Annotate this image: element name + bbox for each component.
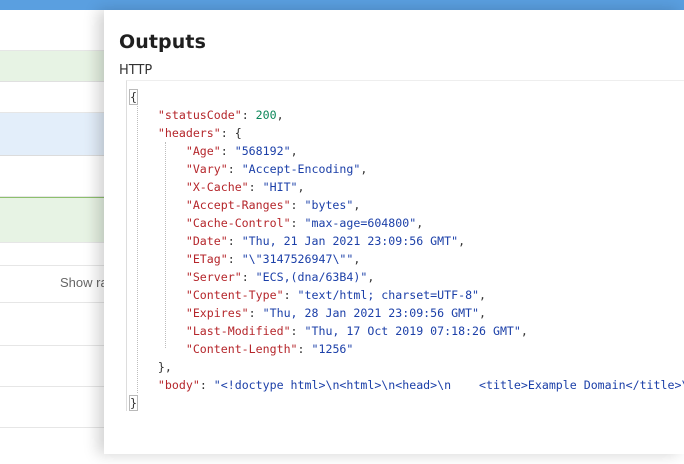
json-string: "<!doctype html>\n<html>\n<head>\n <titl…	[213, 378, 684, 392]
list-item[interactable]	[0, 428, 104, 464]
json-brace: },	[157, 360, 172, 374]
json-open-brace: {	[129, 89, 138, 105]
json-line: "body": "<!doctype html>\n<html>\n<head>…	[130, 376, 684, 394]
json-key: "X-Cache"	[185, 180, 249, 194]
outputs-panel: Outputs HTTP { "statusCode": 200, "heade…	[104, 10, 684, 454]
background-list-pane: Show raw inputs	[0, 10, 104, 464]
json-output[interactable]: { "statusCode": 200, "headers": { "Age":…	[129, 88, 684, 412]
json-line: "Expires": "Thu, 28 Jan 2021 23:09:56 GM…	[185, 306, 487, 320]
json-key: "Accept-Ranges"	[185, 198, 291, 212]
http-section-label: HTTP	[119, 63, 153, 78]
json-key: "Vary"	[185, 162, 228, 176]
json-key: "headers"	[157, 126, 221, 140]
json-line: "ETag": "\"3147526947\"",	[185, 252, 361, 266]
json-string: "Thu, 28 Jan 2021 23:09:56 GMT"	[262, 306, 480, 320]
json-string: "text/html; charset=UTF-8"	[297, 288, 480, 302]
json-string: "Accept-Encoding"	[241, 162, 361, 176]
json-key: "Expires"	[185, 306, 249, 320]
panel-title: Outputs	[119, 31, 206, 53]
json-string: "ECS,(dna/63B4)"	[255, 270, 368, 284]
top-accent-bar	[0, 0, 684, 10]
json-line: "Last-Modified": "Thu, 17 Oct 2019 07:18…	[185, 324, 528, 338]
json-string: "1256"	[311, 342, 354, 356]
list-item[interactable]	[0, 198, 104, 243]
json-string: "Thu, 21 Jan 2021 23:09:56 GMT"	[241, 234, 459, 248]
json-key: "Content-Length"	[185, 342, 298, 356]
json-line: "Cache-Control": "max-age=604800",	[185, 216, 424, 230]
list-item[interactable]	[0, 156, 104, 197]
json-line: "Accept-Ranges": "bytes",	[185, 198, 361, 212]
json-line: "headers": {	[157, 126, 242, 140]
json-brace: {	[234, 126, 242, 140]
json-key: "Cache-Control"	[185, 216, 291, 230]
json-key: "body"	[157, 378, 200, 392]
json-line: "Content-Length": "1256"	[185, 342, 354, 356]
json-number: 200	[255, 108, 277, 122]
show-raw-inputs-link[interactable]: Show raw inputs	[60, 275, 104, 290]
list-item[interactable]	[0, 346, 104, 387]
json-line: "Age": "568192",	[185, 144, 298, 158]
json-line: }	[129, 394, 684, 412]
json-line: "Server": "ECS,(dna/63B4)",	[185, 270, 375, 284]
json-line: "X-Cache": "HIT",	[185, 180, 305, 194]
json-string: "HIT"	[262, 180, 298, 194]
list-item[interactable]	[0, 113, 104, 156]
list-item	[0, 10, 104, 51]
json-string: "bytes"	[304, 198, 354, 212]
list-item[interactable]	[0, 82, 104, 113]
json-close-brace: }	[129, 395, 138, 411]
json-string: "568192"	[234, 144, 291, 158]
list-item	[0, 243, 104, 266]
json-line: "statusCode": 200,	[157, 108, 284, 122]
json-string: "\"3147526947\""	[241, 252, 354, 266]
list-item[interactable]	[0, 51, 104, 82]
json-key: "Server"	[185, 270, 242, 284]
json-string: "Thu, 17 Oct 2019 07:18:26 GMT"	[304, 324, 521, 338]
json-key: "Date"	[185, 234, 228, 248]
json-line: "Date": "Thu, 21 Jan 2021 23:09:56 GMT",	[185, 234, 466, 248]
json-key: "Content-Type"	[185, 288, 284, 302]
list-item[interactable]	[0, 387, 104, 428]
json-key: "statusCode"	[157, 108, 242, 122]
json-line: "Content-Type": "text/html; charset=UTF-…	[185, 288, 487, 302]
json-key: "ETag"	[185, 252, 228, 266]
json-line: "Vary": "Accept-Encoding",	[185, 162, 368, 176]
json-string: "max-age=604800"	[304, 216, 417, 230]
list-item[interactable]	[0, 303, 104, 346]
json-line: },	[130, 358, 684, 376]
json-line: {	[129, 88, 684, 106]
json-key: "Last-Modified"	[185, 324, 291, 338]
json-key: "Age"	[185, 144, 221, 158]
